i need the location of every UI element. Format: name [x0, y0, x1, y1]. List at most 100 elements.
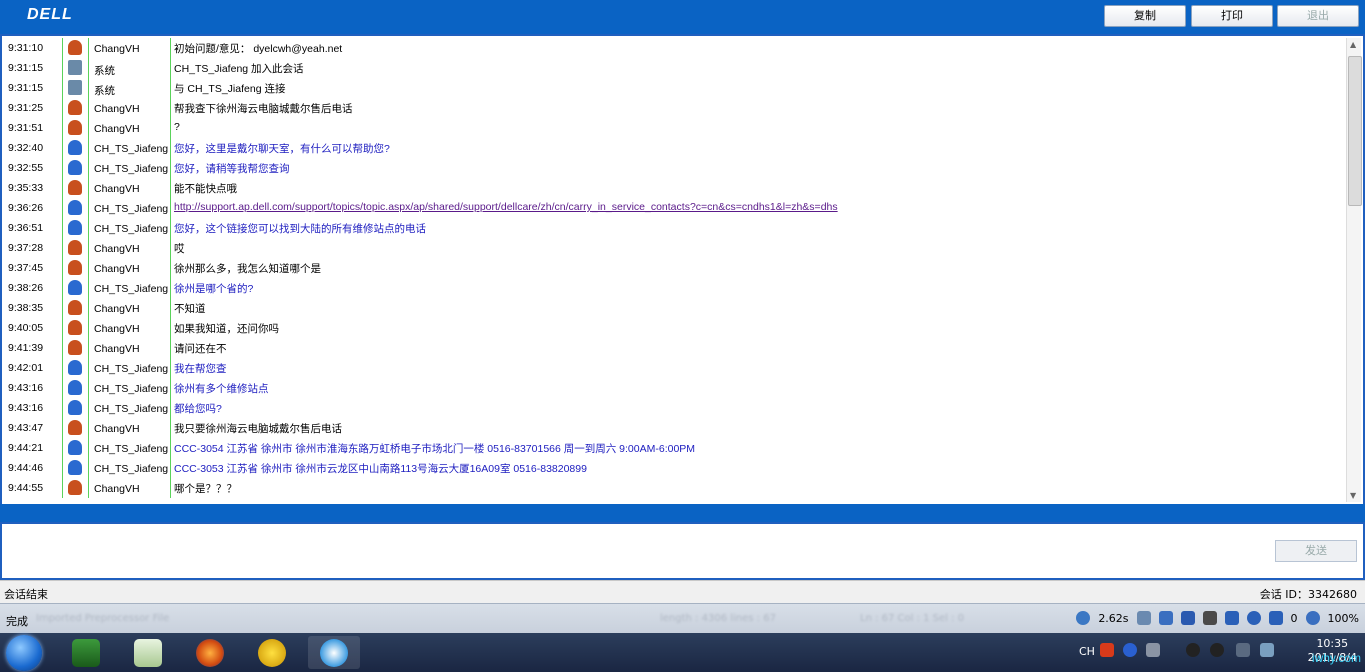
- chat-scrollbar[interactable]: ▲ ▼: [1346, 38, 1362, 502]
- zoom-level[interactable]: 100%: [1328, 612, 1359, 625]
- column-separator: [62, 218, 63, 238]
- chat-row: 9:41:39 ChangVH 请问还在不: [2, 338, 1342, 358]
- message-text: CH_TS_Jiafeng 加入此会话: [174, 63, 304, 75]
- message-text: 徐州有多个维修站点: [174, 383, 269, 395]
- message-text: CCC-3054 江苏省 徐州市 徐州市淮海东路万虹桥电子市场北门一楼 0516…: [174, 443, 696, 455]
- column-separator: [88, 238, 89, 258]
- taskbar-ultraedit[interactable]: [246, 636, 298, 669]
- chat-row: 9:43:16 CH_TS_Jiafeng 徐州有多个维修站点: [2, 378, 1342, 398]
- firefox-icon: [196, 639, 224, 667]
- user-avatar-icon: [68, 140, 82, 155]
- message-text: 您好，这个链接您可以找到大陆的所有维修站点的电话: [174, 223, 426, 235]
- message-sender: CH_TS_Jiafeng: [94, 383, 169, 395]
- eye-icon[interactable]: [1246, 611, 1261, 625]
- zoom-icon[interactable]: [1305, 611, 1320, 625]
- user-avatar-icon: [68, 160, 82, 175]
- column-separator: [88, 438, 89, 458]
- column-separator: [62, 78, 63, 98]
- user-avatar-icon: [68, 460, 82, 475]
- message-time: 9:40:05: [8, 322, 44, 334]
- chat-row: 9:44:21 CH_TS_Jiafeng CCC-3054 江苏省 徐州市 徐州市…: [2, 438, 1342, 458]
- exit-button[interactable]: 退出: [1277, 5, 1359, 27]
- scroll-up-icon[interactable]: ▲: [1350, 40, 1356, 49]
- scroll-thumb[interactable]: [1348, 56, 1362, 206]
- system-icon: [68, 60, 82, 75]
- start-button[interactable]: [6, 635, 42, 671]
- taskbar-sogou[interactable]: [308, 636, 360, 669]
- chat-row: 9:44:46 CH_TS_Jiafeng CCC-3053 江苏省 徐州市 徐州市…: [2, 458, 1342, 478]
- message-text: 我在帮您查: [174, 363, 227, 375]
- column-separator: [88, 118, 89, 138]
- message-time: 9:38:35: [8, 302, 44, 314]
- language-indicator[interactable]: CH: [1079, 645, 1095, 658]
- message-time: 9:31:15: [8, 82, 44, 94]
- scroll-down-icon[interactable]: ▼: [1350, 491, 1356, 500]
- message-text: 初始问题/意见： dyelcwh@yeah.net: [174, 43, 343, 55]
- app-header: DELL 复制 打印 退出: [0, 0, 1365, 34]
- shield-icon[interactable]: [1268, 611, 1283, 625]
- chat-row: 9:38:26 CH_TS_Jiafeng 徐州是哪个省的?: [2, 278, 1342, 298]
- column-separator: [88, 458, 89, 478]
- message-time: 9:43:16: [8, 402, 44, 414]
- column-separator: [62, 258, 63, 278]
- column-separator: [170, 118, 171, 138]
- chat-row: 9:31:51 ChangVH?: [2, 118, 1342, 138]
- blurred-position-label: Ln : 67 Col : 1 Sel : 0: [860, 613, 965, 624]
- chat-row: 9:36:26 CH_TS_Jiafeng http://support.ap.de…: [2, 198, 1342, 218]
- user-avatar-icon: [68, 220, 82, 235]
- column-separator: [62, 158, 63, 178]
- column-separator: [170, 178, 171, 198]
- user-icon[interactable]: [1158, 611, 1173, 625]
- browser-status-tools: 2.62s 0 100%: [1076, 611, 1359, 625]
- sogou-tray-icon[interactable]: [1100, 643, 1114, 657]
- column-separator: [88, 218, 89, 238]
- session-status: 会话结束: [4, 588, 48, 601]
- vim-icon: [72, 639, 100, 667]
- qq-icon-2[interactable]: [1210, 643, 1224, 657]
- system-icon: [68, 80, 82, 95]
- volume-icon[interactable]: [1260, 643, 1274, 657]
- column-separator: [170, 98, 171, 118]
- taskbar-notepadpp[interactable]: [122, 636, 174, 669]
- qq-icon[interactable]: [1186, 643, 1200, 657]
- message-text: 都给您吗?: [174, 403, 222, 415]
- column-separator: [62, 318, 63, 338]
- windows-taskbar: CH 10:35 2011/8/4 iwhy.com: [0, 633, 1365, 672]
- network-icon[interactable]: [1236, 643, 1250, 657]
- user-avatar-icon: [68, 300, 82, 315]
- column-separator: [88, 38, 89, 58]
- print-button[interactable]: 打印: [1191, 5, 1273, 27]
- column-separator: [170, 318, 171, 338]
- column-separator: [170, 478, 171, 498]
- column-separator: [170, 158, 171, 178]
- copy-button[interactable]: 复制: [1104, 5, 1186, 27]
- column-separator: [62, 418, 63, 438]
- message-link[interactable]: http://support.ap.dell.com/support/topic…: [174, 201, 838, 213]
- user-avatar-icon: [68, 180, 82, 195]
- chat-row: 9:31:10 ChangVH 初始问题/意见： dyelcwh@yeah.net: [2, 38, 1342, 58]
- message-sender: CH_TS_Jiafeng: [94, 203, 169, 215]
- column-separator: [170, 298, 171, 318]
- message-sender: CH_TS_Jiafeng: [94, 443, 169, 455]
- speaker-icon[interactable]: [1202, 611, 1217, 625]
- refresh-icon[interactable]: [1076, 611, 1091, 625]
- chat-row: 9:37:45 ChangVH 徐州那么多，我怎么知道哪个是: [2, 258, 1342, 278]
- column-separator: [170, 58, 171, 78]
- message-sender: CH_TS_Jiafeng: [94, 363, 169, 375]
- send-button[interactable]: 发送: [1275, 540, 1357, 562]
- edit-icon[interactable]: [1136, 611, 1151, 625]
- tray-window-icon[interactable]: [1146, 643, 1160, 657]
- message-text: 帮我查下徐州海云电脑城戴尔售后电话: [174, 103, 353, 115]
- window-icon[interactable]: [1224, 611, 1239, 625]
- message-time: 9:38:26: [8, 282, 44, 294]
- message-sender: 系统: [94, 65, 115, 77]
- help-icon[interactable]: [1123, 643, 1137, 657]
- message-time: 9:44:55: [8, 482, 44, 494]
- taskbar-vim[interactable]: [60, 636, 112, 669]
- download-icon[interactable]: [1180, 611, 1195, 625]
- message-sender: ChangVH: [94, 43, 140, 55]
- column-separator: [62, 118, 63, 138]
- message-input-area[interactable]: 发送: [2, 524, 1363, 578]
- user-avatar-icon: [68, 260, 82, 275]
- taskbar-firefox[interactable]: [184, 636, 236, 669]
